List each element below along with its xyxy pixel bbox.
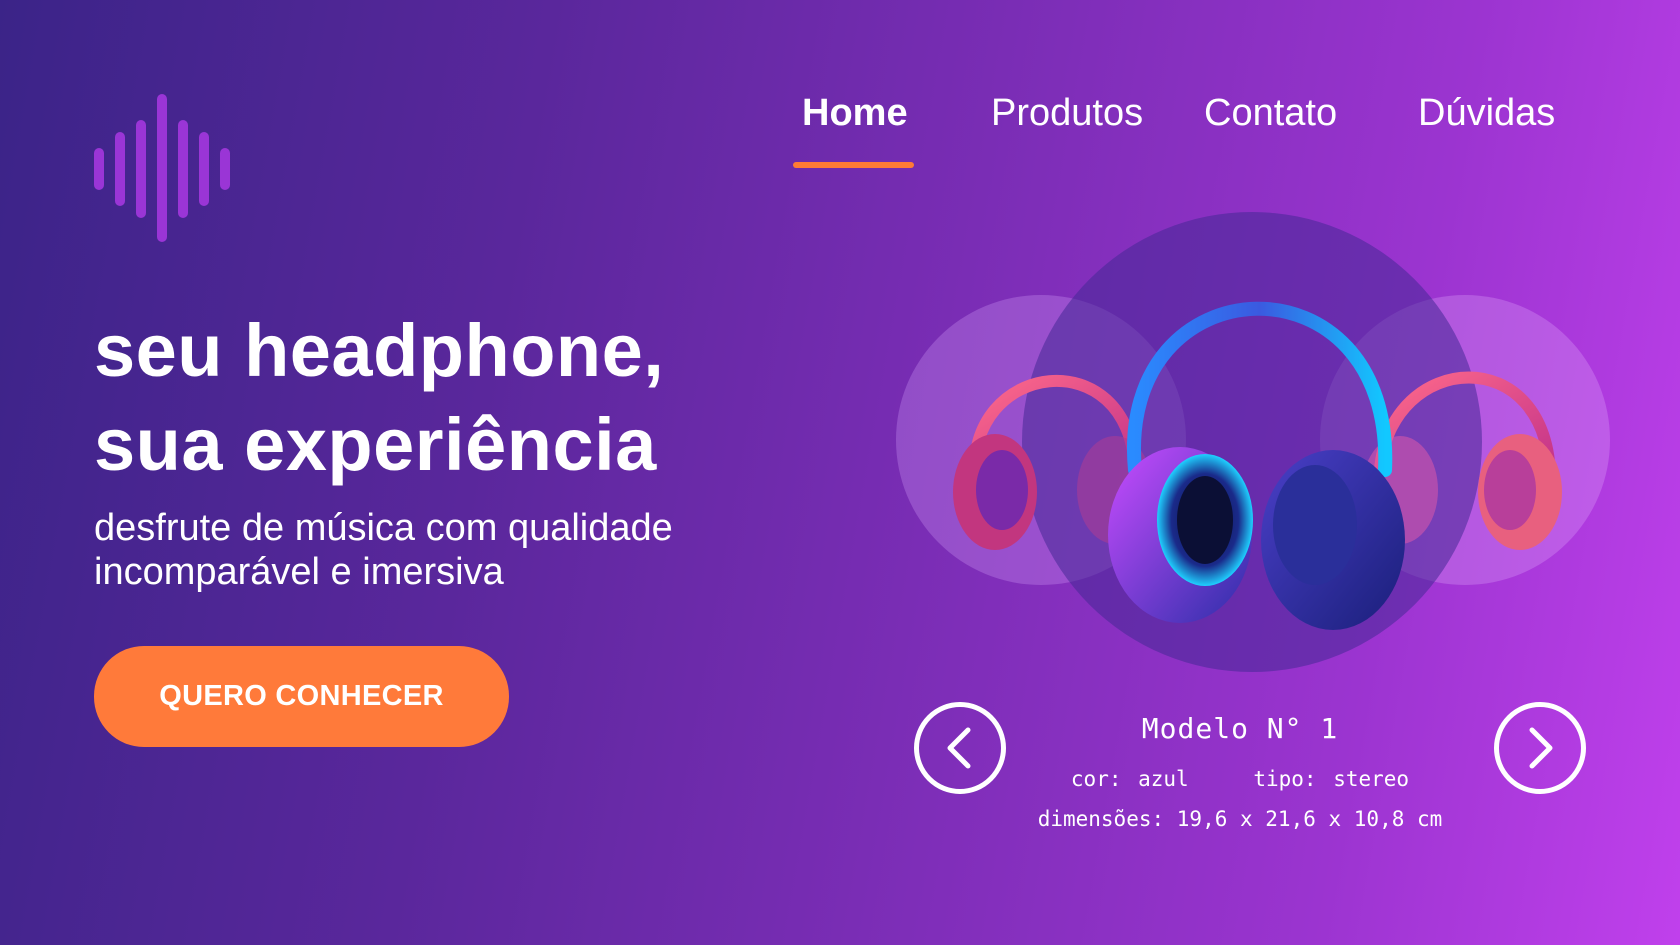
model-dimensions: dimensões: 19,6 x 21,6 x 10,8 cm — [1037, 807, 1443, 831]
subtitle-line-2: incomparável e imersiva — [94, 551, 504, 593]
active-nav-indicator — [793, 162, 914, 168]
carousel-next-button[interactable] — [1494, 702, 1586, 794]
nav-item-contato[interactable]: Contato — [1204, 92, 1337, 135]
headline-line-1: seu headphone, — [94, 309, 665, 392]
cta-button[interactable]: QUERO CONHECER — [94, 646, 509, 747]
headphone-main-image[interactable] — [1095, 240, 1415, 640]
chevron-right-icon — [1529, 727, 1553, 769]
model-name: Modelo N° 1 — [1141, 712, 1339, 745]
nav-item-produtos[interactable]: Produtos — [991, 92, 1143, 135]
nav-item-duvidas[interactable]: Dúvidas — [1418, 92, 1555, 135]
product-showcase — [880, 200, 1640, 680]
main-nav: Home Produtos Contato Dúvidas — [0, 92, 1680, 172]
hero-headline: seu headphone, sua experiência — [94, 304, 664, 492]
model-specs: cor: azul tipo: stereo — [1000, 767, 1480, 791]
headline-line-2: sua experiência — [94, 403, 657, 486]
nav-item-home[interactable]: Home — [802, 92, 908, 135]
model-color-spec: cor: azul — [1070, 767, 1189, 791]
hero-subtitle: desfrute de música com qualidade incompa… — [94, 506, 774, 594]
chevron-left-icon — [947, 727, 971, 769]
model-type-spec: tipo: stereo — [1253, 767, 1410, 791]
model-info: Modelo N° 1 cor: azul tipo: stereo dimen… — [1000, 712, 1480, 831]
carousel-prev-button[interactable] — [914, 702, 1006, 794]
subtitle-line-1: desfrute de música com qualidade — [94, 507, 673, 549]
